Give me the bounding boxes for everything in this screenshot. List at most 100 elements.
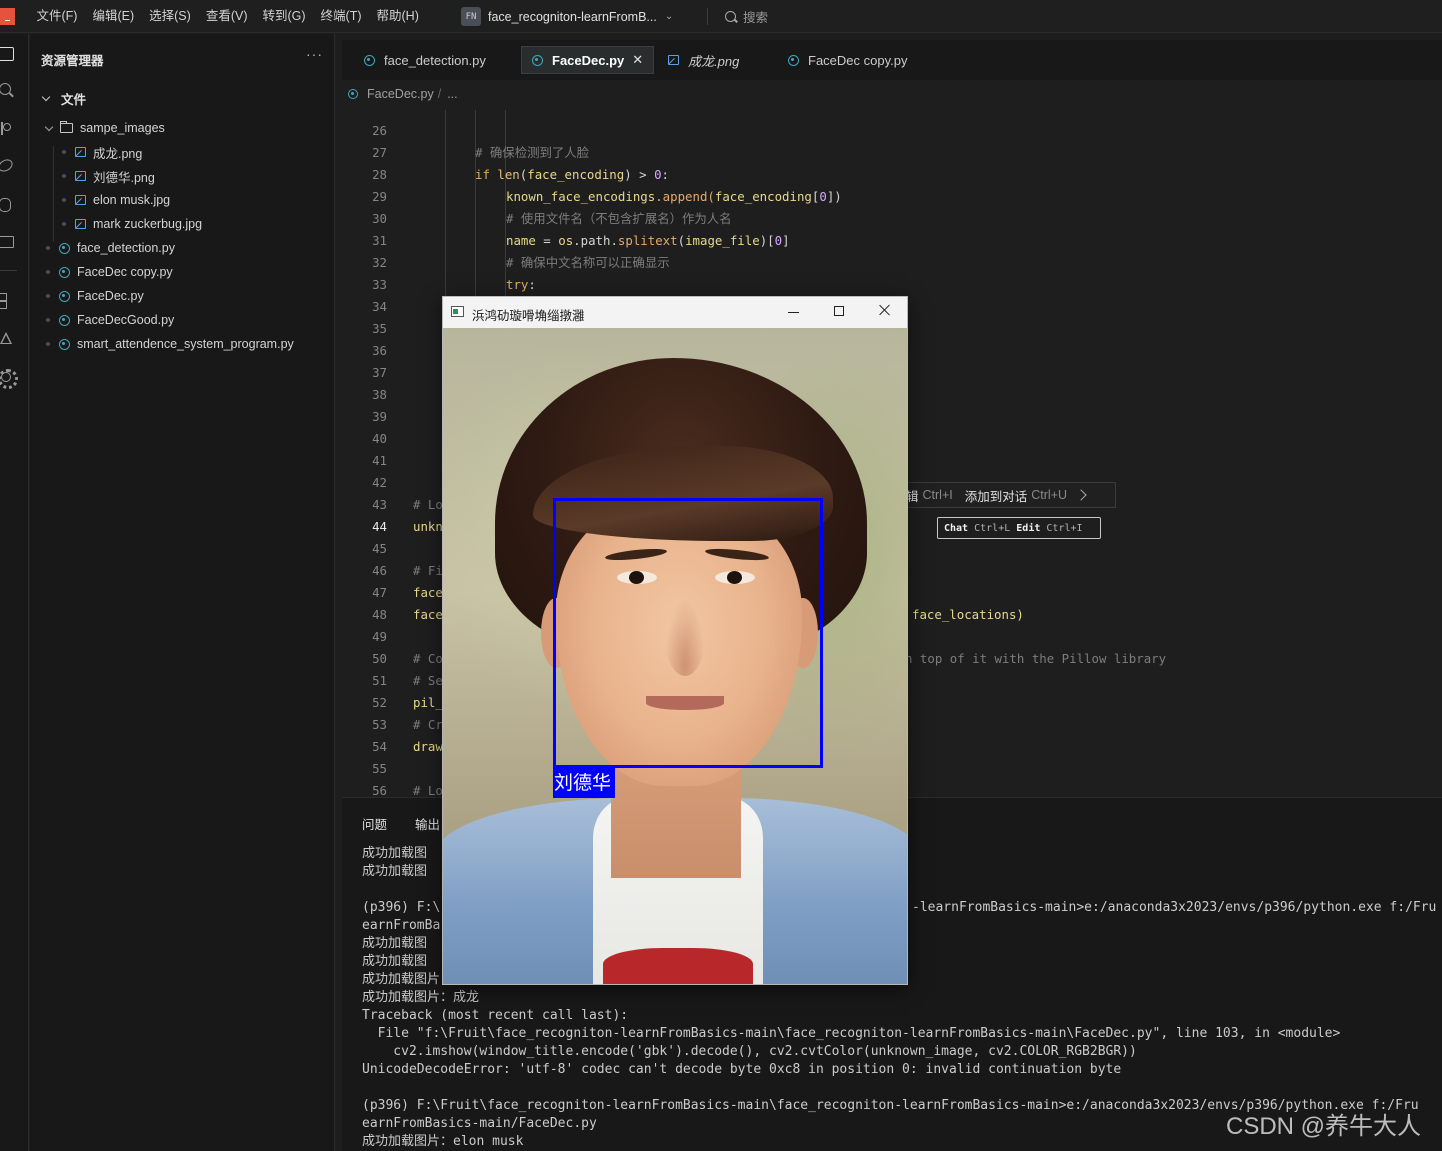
line-number: 29 xyxy=(372,189,387,204)
edit-hint-label[interactable]: Edit xyxy=(1016,523,1040,534)
tab-chenglong-png[interactable]: 成龙.png xyxy=(658,46,749,74)
code-variable: draw xyxy=(413,739,443,754)
line-number: 48 xyxy=(372,607,387,622)
menu-selection[interactable]: 选择(S) xyxy=(142,0,199,33)
tree-item-python[interactable]: FaceDecGood.py xyxy=(46,309,174,331)
terminal-line: 成功加载图片：成龙 xyxy=(362,990,480,1005)
search-icon xyxy=(725,11,736,22)
tree-item-label: smart_attendence_system_program.py xyxy=(77,337,294,351)
menu-edit[interactable]: 编辑(E) xyxy=(85,0,142,33)
chevron-down-icon: ⌄ xyxy=(664,11,674,22)
face-result-window[interactable]: 浜鸿劯璇嗗埆缁撴灉 刘德华 xyxy=(442,296,908,985)
explorer-title: 资源管理器 xyxy=(41,54,104,68)
tree-dot-icon xyxy=(46,318,50,322)
minimize-icon[interactable] xyxy=(788,312,799,313)
tab-face-detection[interactable]: face_detection.py xyxy=(354,46,496,74)
code-text: face xyxy=(413,604,443,626)
explorer-panel: 资源管理器 ··· 文件 sampe_images 成龙.png 刘德华.png… xyxy=(30,34,335,1151)
line-number: 46 xyxy=(372,563,387,578)
code-param: image_file xyxy=(685,233,760,248)
breadcrumb-more[interactable]: ... xyxy=(447,87,457,101)
line-number: 36 xyxy=(372,343,387,358)
settings-icon[interactable] xyxy=(0,368,18,389)
tree-item-image[interactable]: mark zuckerbug.jpg xyxy=(62,213,202,235)
editor-tabs: face_detection.py FaceDec.py ✕ 成龙.png Fa… xyxy=(342,40,1442,80)
project-switcher[interactable]: FN face_recogniton-learnFromB... ⌄ xyxy=(461,6,673,27)
code-punct: ( xyxy=(677,233,686,248)
files-section-label: 文件 xyxy=(61,92,87,107)
extensions-icon[interactable] xyxy=(0,292,18,310)
code-number: 0 xyxy=(819,189,827,204)
code-text: # Se xyxy=(413,670,443,692)
source-control-icon[interactable] xyxy=(0,120,18,138)
tree-item-python[interactable]: FaceDec.py xyxy=(46,285,144,307)
remote-icon[interactable] xyxy=(0,157,18,175)
line-number: 51 xyxy=(372,673,387,688)
code-line: 26 xyxy=(342,120,1442,142)
add-to-chat-key: Ctrl+U xyxy=(1031,488,1068,502)
inline-chat-toolbar: 辑 Ctrl+I 添加到对话 Ctrl+U xyxy=(895,482,1116,508)
code-variable: os xyxy=(558,233,574,248)
files-icon[interactable] xyxy=(0,45,18,63)
python-file-icon xyxy=(532,54,543,66)
tab-facedec[interactable]: FaceDec.py ✕ xyxy=(521,46,655,74)
python-file-icon xyxy=(348,89,358,99)
line-number: 41 xyxy=(372,453,387,468)
expand-icon[interactable] xyxy=(1075,489,1087,501)
close-icon[interactable]: ✕ xyxy=(632,52,643,68)
menu-file[interactable]: 文件(F) xyxy=(29,0,85,33)
line-number: 27 xyxy=(372,145,387,160)
code-comment: # 确保检测到了人脸 xyxy=(475,145,590,160)
tree-folder-sampe-images[interactable]: sampe_images xyxy=(44,117,165,139)
menu-go[interactable]: 转到(G) xyxy=(255,0,313,33)
debug-icon[interactable] xyxy=(0,195,18,213)
command-search[interactable]: 搜索 xyxy=(725,7,768,26)
tree-item-label: sampe_images xyxy=(80,121,165,135)
breadcrumb-file[interactable]: FaceDec.py xyxy=(367,87,434,101)
code-keyword: try xyxy=(506,277,529,292)
maximize-icon[interactable] xyxy=(834,306,844,316)
search-icon[interactable] xyxy=(0,82,18,100)
terminal-line: UnicodeDecodeError: 'utf-8' codec can't … xyxy=(362,1062,1122,1077)
line-number: 38 xyxy=(372,387,387,402)
code-text: face_locations) xyxy=(912,604,1024,626)
close-icon[interactable] xyxy=(877,302,893,318)
more-actions-icon[interactable]: ··· xyxy=(306,46,323,62)
edit-hint-key-text: Ctrl+I xyxy=(1046,522,1083,534)
add-to-chat-label[interactable]: 添加到对话 xyxy=(965,486,1028,505)
flask-icon[interactable] xyxy=(0,330,18,348)
tab-facedec-copy[interactable]: FaceDec copy.py xyxy=(778,46,917,74)
tab-problems[interactable]: 问题 xyxy=(362,814,387,833)
tab-label: 成龙.png xyxy=(688,53,740,69)
line-number: 43 xyxy=(372,497,387,512)
code-line: 31 name = os.path.splitext(image_file)[0] xyxy=(342,230,1442,252)
menu-help[interactable]: 帮助(H) xyxy=(369,0,426,33)
code-keyword: if xyxy=(475,167,490,182)
tree-item-python[interactable]: smart_attendence_system_program.py xyxy=(46,333,294,355)
tree-item-label: face_detection.py xyxy=(77,241,175,255)
code-text: face xyxy=(413,582,443,604)
line-number: 35 xyxy=(372,321,387,336)
tree-item-python[interactable]: face_detection.py xyxy=(46,237,175,259)
monitor-icon[interactable] xyxy=(0,233,18,251)
chat-hint-label[interactable]: Chat xyxy=(944,523,968,534)
tab-output[interactable]: 输出 xyxy=(415,814,440,833)
code-text: # Fi xyxy=(413,560,443,582)
line-number: 53 xyxy=(372,717,387,732)
tree-item-python[interactable]: FaceDec copy.py xyxy=(46,261,173,283)
tree-item-image[interactable]: 成龙.png xyxy=(62,141,142,163)
tree-dot-icon xyxy=(46,294,50,298)
app-logo-icon[interactable] xyxy=(0,8,15,25)
code-comment: # Fi xyxy=(413,563,443,578)
edit-hint-key: Ctrl+I xyxy=(1040,523,1082,534)
code-punct: ) > xyxy=(624,167,655,182)
terminal-line: (p396) F:\ xyxy=(362,900,441,915)
line-number: 45 xyxy=(372,541,387,556)
window-title-bar[interactable]: 浜鸿劯璇嗗埆缁撴灉 xyxy=(443,297,907,328)
menu-terminal[interactable]: 终端(T) xyxy=(313,0,369,33)
files-section-header[interactable]: 文件 xyxy=(41,88,87,108)
menu-view[interactable]: 查看(V) xyxy=(198,0,255,33)
code-text: # Co xyxy=(413,648,443,670)
tree-item-image[interactable]: elon musk.jpg xyxy=(62,189,170,211)
tree-item-image[interactable]: 刘德华.png xyxy=(62,165,155,187)
